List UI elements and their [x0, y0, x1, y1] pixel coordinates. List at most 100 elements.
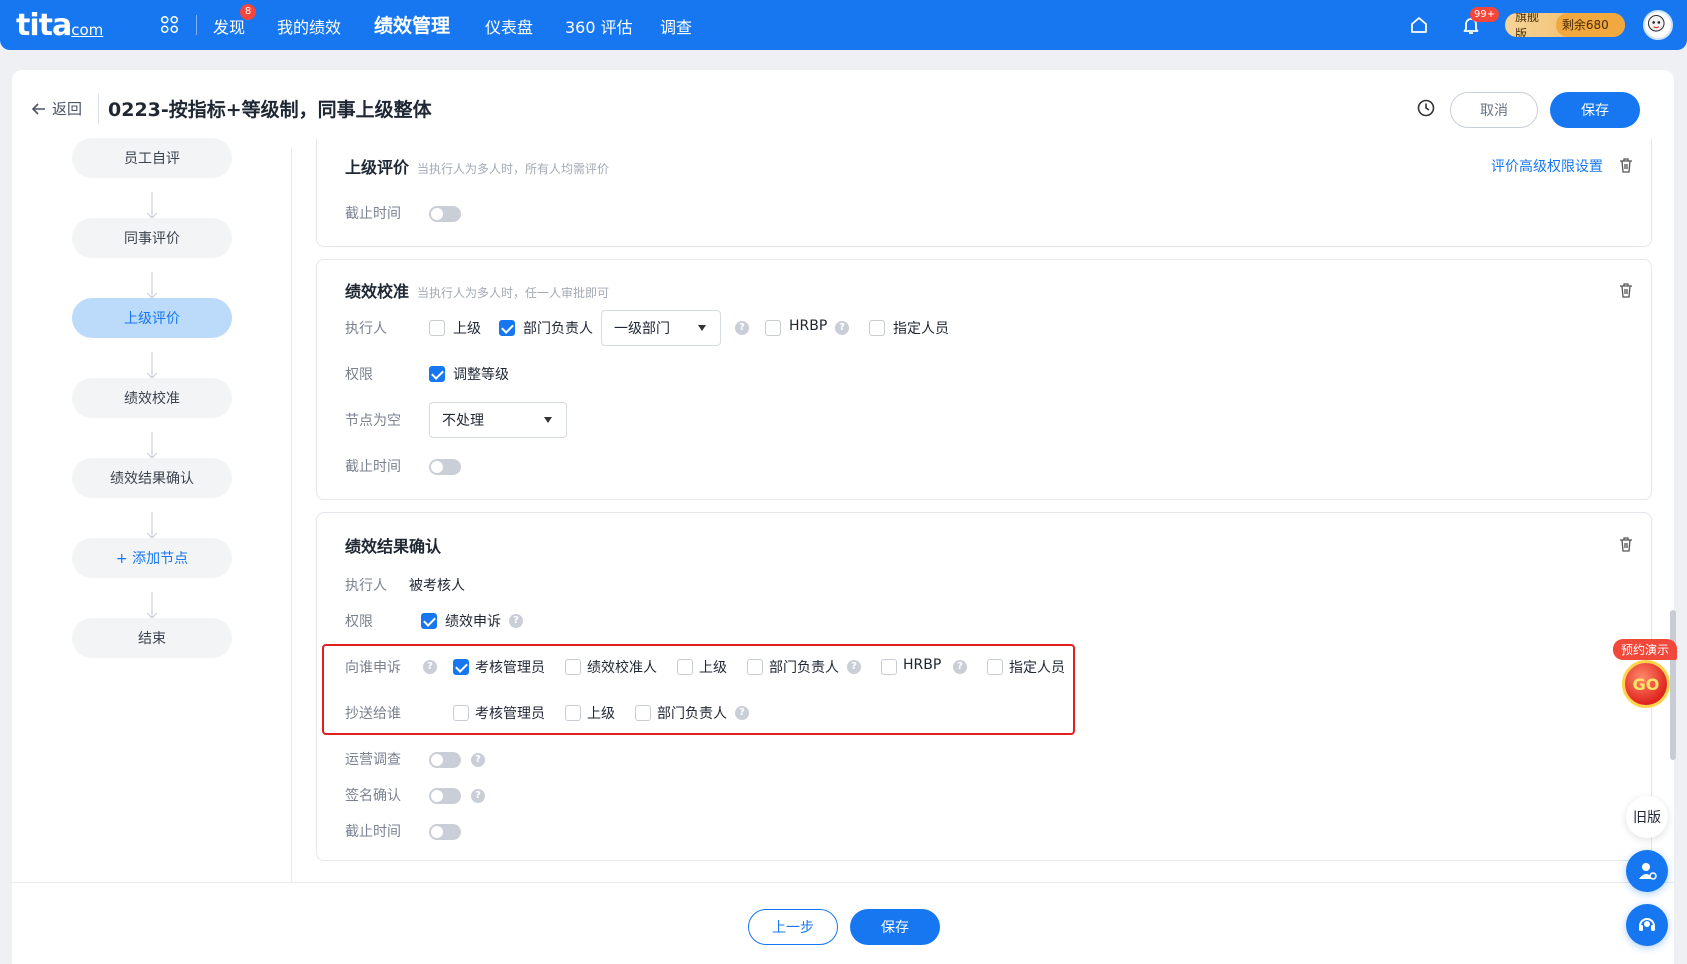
nav-performance-management[interactable]: 绩效管理	[374, 11, 450, 38]
user-settings-button[interactable]	[1626, 850, 1668, 892]
superior-review-card: 上级评价 当执行人为多人时，所有人均需评价 评价高级权限设置 截止时间	[316, 138, 1652, 247]
calibration-title: 绩效校准 当执行人为多人时，任一人审批即可	[345, 278, 609, 302]
adjust-grade-checkbox[interactable]	[429, 366, 445, 382]
back-label: 返回	[52, 100, 83, 118]
department-level-select[interactable]: 一级部门	[601, 310, 721, 346]
book-demo-tag[interactable]: 预约演示	[1613, 639, 1678, 660]
step-peer-review[interactable]: 同事评价	[72, 218, 232, 258]
advanced-permission-link[interactable]: 评价高级权限设置	[1491, 156, 1603, 176]
page-title: 0223-按指标+等级制，同事上级整体	[108, 99, 432, 121]
executor-label: 执行人	[345, 321, 387, 337]
headset-icon	[1639, 918, 1655, 931]
logo-suffix: com	[71, 21, 104, 39]
deadline-label: 截止时间	[345, 459, 401, 475]
nav-discover[interactable]: 发现	[213, 14, 245, 38]
arrow-down-icon	[146, 352, 158, 379]
executor-dept-head-label: 部门负责人	[523, 321, 593, 337]
help-icon[interactable]: ?	[509, 614, 523, 628]
appeal-checkbox[interactable]	[421, 613, 437, 629]
ops-survey-label: 运营调查	[345, 752, 401, 768]
process-step-list: 员工自评 同事评价 上级评价 绩效校准 绩效结果确认 + 添加节点 结束	[12, 138, 292, 882]
superior-review-hint: 当执行人为多人时，所有人均需评价	[417, 162, 610, 176]
trash-icon[interactable]	[1619, 283, 1633, 298]
nav-divider	[196, 15, 197, 35]
caret-down-icon	[544, 417, 552, 423]
empty-node-label: 节点为空	[345, 413, 401, 429]
empty-node-value: 不处理	[442, 413, 484, 429]
executor-superior-label: 上级	[453, 321, 481, 337]
arrow-down-icon	[146, 272, 158, 299]
nav-dashboard[interactable]: 仪表盘	[485, 14, 533, 38]
executor-label: 执行人	[345, 578, 387, 594]
permission-label: 权限	[345, 614, 373, 630]
trash-icon[interactable]	[1619, 158, 1633, 173]
user-avatar[interactable]	[1643, 10, 1673, 40]
help-icon[interactable]: ?	[835, 321, 849, 335]
signature-toggle[interactable]	[429, 788, 461, 804]
save-button-top[interactable]: 保存	[1550, 92, 1640, 128]
step-end[interactable]: 结束	[72, 618, 232, 658]
help-icon[interactable]: ?	[471, 753, 485, 767]
executor-dept-head-checkbox[interactable]	[499, 320, 515, 336]
top-navigation-bar: titacom 发现 8 我的绩效 绩效管理 仪表盘 360 评估 调查 99+…	[0, 0, 1687, 50]
history-clock-icon[interactable]	[1416, 98, 1436, 118]
previous-step-button[interactable]: 上一步	[748, 909, 838, 945]
tita-logo[interactable]: titacom	[16, 8, 103, 43]
add-node-button[interactable]: + 添加节点	[72, 538, 232, 578]
bottom-action-bar: 上一步 保存	[12, 882, 1674, 964]
nav-my-performance[interactable]: 我的绩效	[277, 14, 341, 38]
department-level-value: 一级部门	[614, 321, 670, 337]
edition-label: 旗舰版	[1515, 13, 1540, 37]
back-button[interactable]: 返回	[32, 98, 82, 119]
notification-badge: 99+	[1470, 7, 1500, 22]
calibration-title-text: 绩效校准	[345, 282, 410, 301]
user-gear-icon	[1639, 863, 1657, 880]
trash-icon[interactable]	[1619, 537, 1633, 552]
executor-superior-checkbox[interactable]	[429, 320, 445, 336]
old-version-button[interactable]: 旧版	[1626, 796, 1668, 838]
arrow-down-icon	[146, 512, 158, 539]
deadline-label: 截止时间	[345, 824, 401, 840]
edition-badge[interactable]: 旗舰版 剩余680天	[1505, 13, 1625, 37]
arrow-down-icon	[146, 192, 158, 219]
executor-value: 被考核人	[409, 578, 465, 594]
nav-360-review[interactable]: 360 评估	[565, 14, 633, 38]
arrow-down-icon	[146, 432, 158, 459]
executor-specified-label: 指定人员	[893, 321, 949, 337]
calibration-card: 绩效校准 当执行人为多人时，任一人审批即可 执行人 上级 部门负责人 一级部门 ?…	[316, 259, 1652, 500]
step-calibration[interactable]: 绩效校准	[72, 378, 232, 418]
apps-grid-icon[interactable]	[160, 15, 179, 34]
permission-label: 权限	[345, 367, 373, 383]
avatar-image	[1647, 14, 1665, 32]
highlight-box	[322, 644, 1075, 735]
appeal-label: 绩效申诉	[445, 614, 501, 630]
ops-survey-toggle[interactable]	[429, 752, 461, 768]
arrow-down-icon	[146, 592, 158, 619]
discover-badge: 8	[240, 4, 256, 20]
caret-down-icon	[698, 325, 706, 331]
cancel-button[interactable]: 取消	[1450, 92, 1538, 128]
vertical-scrollbar[interactable]	[1670, 610, 1676, 760]
home-icon[interactable]	[1408, 14, 1430, 36]
step-superior-review[interactable]: 上级评价	[72, 298, 232, 338]
help-icon[interactable]: ?	[471, 789, 485, 803]
deadline-toggle[interactable]	[429, 824, 461, 840]
executor-specified-checkbox[interactable]	[869, 320, 885, 336]
step-result-confirm[interactable]: 绩效结果确认	[72, 458, 232, 498]
calibration-hint: 当执行人为多人时，任一人审批即可	[417, 286, 610, 300]
superior-review-title-text: 上级评价	[345, 158, 410, 177]
adjust-grade-label: 调整等级	[453, 367, 509, 383]
go-button[interactable]: GO	[1622, 660, 1670, 708]
signature-label: 签名确认	[345, 788, 401, 804]
save-button-bottom[interactable]: 保存	[850, 909, 940, 945]
help-icon[interactable]: ?	[735, 321, 749, 335]
step-self-review[interactable]: 员工自评	[72, 138, 232, 178]
nav-survey[interactable]: 调查	[660, 14, 692, 38]
remaining-days: 剩余680天	[1555, 13, 1625, 37]
empty-node-select[interactable]: 不处理	[429, 402, 567, 438]
deadline-toggle[interactable]	[429, 206, 461, 222]
deadline-toggle[interactable]	[429, 459, 461, 475]
executor-hrbp-checkbox[interactable]	[765, 320, 781, 336]
main-content: 员工自评 同事评价 上级评价 绩效校准 绩效结果确认 + 添加节点 结束 上级评…	[12, 138, 1674, 882]
customer-service-button[interactable]	[1626, 904, 1668, 946]
